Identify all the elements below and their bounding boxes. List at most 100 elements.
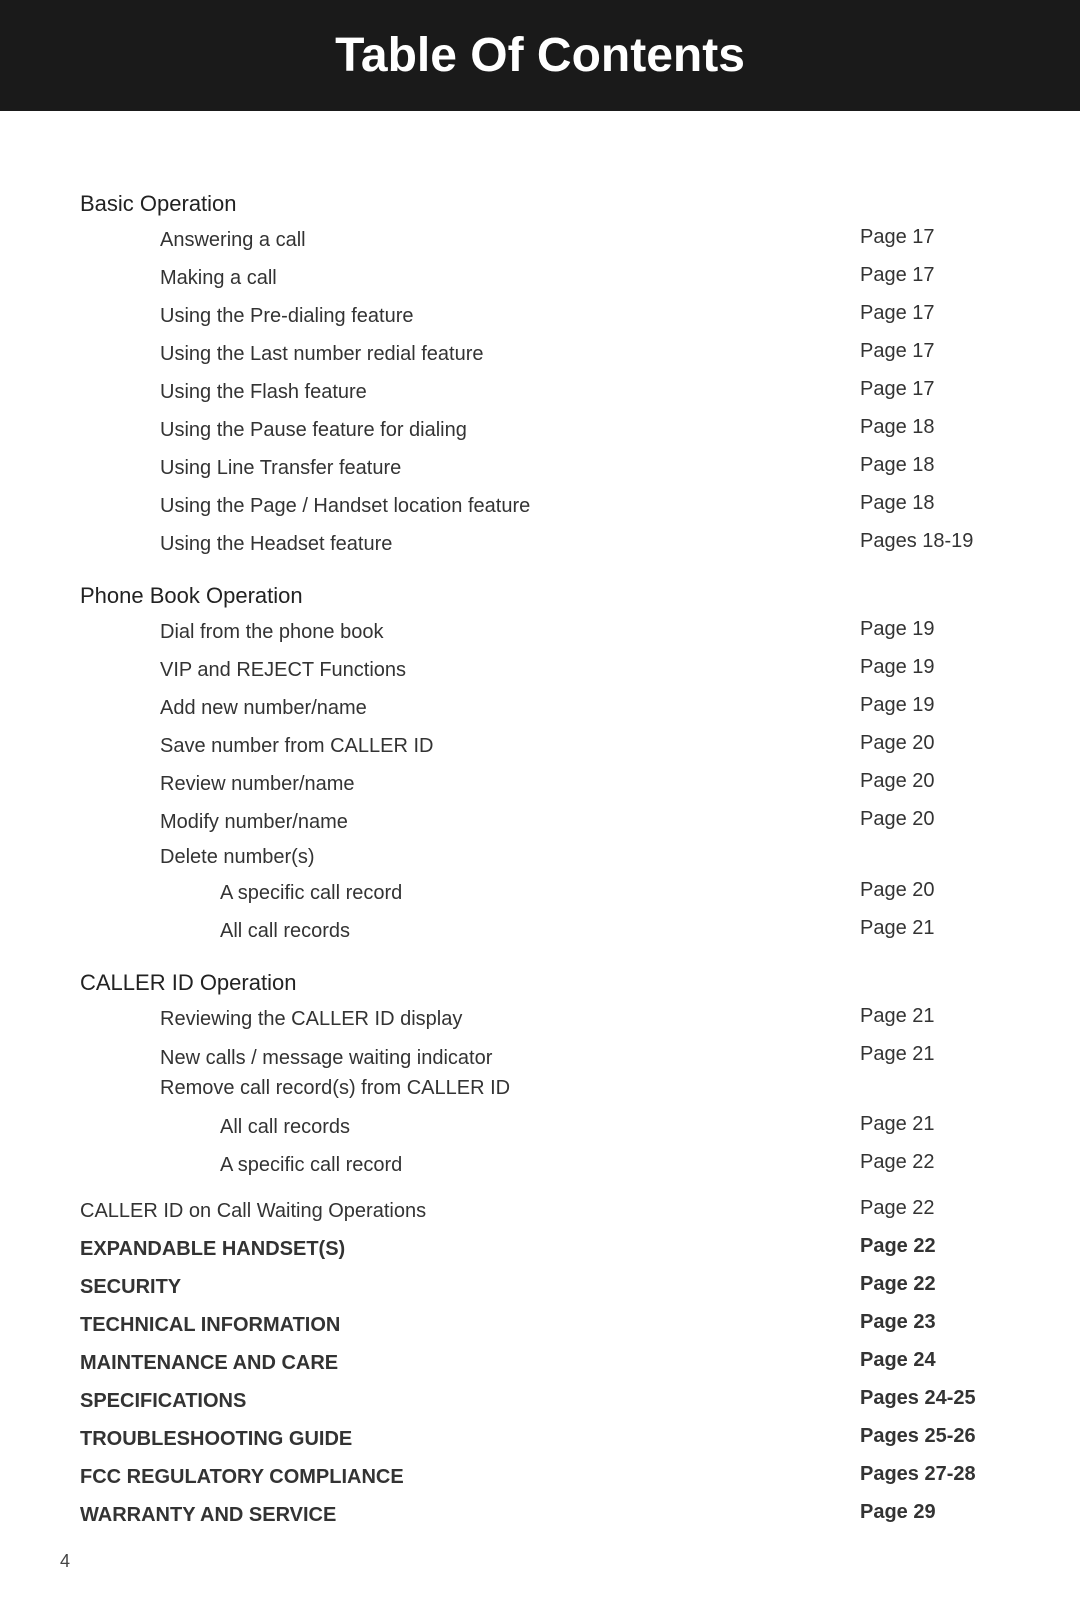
section-header-basic-operation: Basic Operation (80, 191, 1000, 217)
page-ref: Page 29 (840, 1501, 1000, 1524)
entry-text: SPECIFICATIONS (80, 1387, 840, 1415)
page-ref: Page 20 (840, 770, 1000, 793)
toc-content: Basic Operation Answering a call Page 17… (0, 151, 1080, 1602)
entry-text: EXPANDABLE HANDSET(S) (80, 1235, 840, 1263)
list-item: New calls / message waiting indicatorRem… (80, 1038, 1000, 1108)
entry-text: Save number from CALLER ID (80, 732, 840, 760)
list-item: Using the Pause feature for dialing Page… (80, 411, 1000, 449)
list-item: Answering a call Page 17 (80, 221, 1000, 259)
page-ref: Page 21 (840, 1113, 1000, 1136)
entry-text: A specific call record (80, 1151, 840, 1179)
entry-text: TECHNICAL INFORMATION (80, 1311, 840, 1339)
page-ref: Page 17 (840, 226, 1000, 249)
entry-text: Reviewing the CALLER ID display (80, 1005, 840, 1033)
list-item: Review number/name Page 20 (80, 765, 1000, 803)
list-item: Modify number/name Page 20 (80, 803, 1000, 841)
page-number: 4 (60, 1551, 70, 1572)
entry-text: Making a call (80, 264, 840, 292)
list-item: WARRANTY AND SERVICE Page 29 (80, 1496, 1000, 1534)
list-item: Using the Headset feature Pages 18-19 (80, 525, 1000, 563)
entry-text: A specific call record (80, 879, 840, 907)
list-item: A specific call record Page 20 (80, 874, 1000, 912)
page: Table Of Contents Basic Operation Answer… (0, 0, 1080, 1602)
entry-text: Using the Pre-dialing feature (80, 302, 840, 330)
list-item: Save number from CALLER ID Page 20 (80, 727, 1000, 765)
list-item: SECURITY Page 22 (80, 1268, 1000, 1306)
entry-text: Answering a call (80, 226, 840, 254)
list-item: Using the Pre-dialing feature Page 17 (80, 297, 1000, 335)
page-ref: Page 19 (840, 656, 1000, 679)
page-ref: Page 20 (840, 808, 1000, 831)
page-ref: Page 22 (840, 1235, 1000, 1258)
page-ref: Page 18 (840, 492, 1000, 515)
page-ref: Page 17 (840, 378, 1000, 401)
page-ref: Page 17 (840, 340, 1000, 363)
section-header-caller-id: CALLER ID Operation (80, 970, 1000, 996)
page-ref: Pages 24-25 (840, 1387, 1000, 1410)
page-ref: Page 17 (840, 264, 1000, 287)
page-ref: Page 22 (840, 1273, 1000, 1296)
list-item: Using the Flash feature Page 17 (80, 373, 1000, 411)
section-phone-book-operation: Phone Book Operation Dial from the phone… (80, 583, 1000, 950)
page-ref: Pages 18-19 (840, 530, 1000, 553)
list-item: SPECIFICATIONS Pages 24-25 (80, 1382, 1000, 1420)
page-ref: Page 18 (840, 416, 1000, 439)
entry-text: WARRANTY AND SERVICE (80, 1501, 840, 1529)
page-ref: Page 19 (840, 618, 1000, 641)
section-basic-operation: Basic Operation Answering a call Page 17… (80, 191, 1000, 563)
list-item: MAINTENANCE AND CARE Page 24 (80, 1344, 1000, 1382)
entry-text: Using the Flash feature (80, 378, 840, 406)
page-ref: Page 21 (840, 1005, 1000, 1028)
entry-text: All call records (80, 1113, 840, 1141)
section-header-phone-book: Phone Book Operation (80, 583, 1000, 609)
entry-text: CALLER ID on Call Waiting Operations (80, 1197, 840, 1225)
page-ref: Pages 25-26 (840, 1425, 1000, 1448)
list-item: TROUBLESHOOTING GUIDE Pages 25-26 (80, 1420, 1000, 1458)
list-item: Dial from the phone book Page 19 (80, 613, 1000, 651)
list-item: All call records Page 21 (80, 1108, 1000, 1146)
page-ref: Page 23 (840, 1311, 1000, 1334)
list-item: FCC REGULATORY COMPLIANCE Pages 27-28 (80, 1458, 1000, 1496)
entry-text: Using the Pause feature for dialing (80, 416, 840, 444)
page-header: Table Of Contents (0, 0, 1080, 111)
entry-text: VIP and REJECT Functions (80, 656, 840, 684)
section-caller-id-operation: CALLER ID Operation Reviewing the CALLER… (80, 970, 1000, 1184)
entry-text: SECURITY (80, 1273, 840, 1301)
entry-text: All call records (80, 917, 840, 945)
section-bottom-entries: CALLER ID on Call Waiting Operations Pag… (80, 1192, 1000, 1534)
list-item: Add new number/name Page 19 (80, 689, 1000, 727)
page-ref: Page 21 (840, 1043, 1000, 1066)
entry-text: New calls / message waiting indicatorRem… (80, 1043, 840, 1103)
entry-text: Using the Page / Handset location featur… (80, 492, 840, 520)
delete-numbers-label: Delete number(s) (80, 841, 1000, 874)
page-ref: Page 20 (840, 732, 1000, 755)
page-ref: Page 21 (840, 917, 1000, 940)
list-item: Using Line Transfer feature Page 18 (80, 449, 1000, 487)
list-item: Reviewing the CALLER ID display Page 21 (80, 1000, 1000, 1038)
entry-text: TROUBLESHOOTING GUIDE (80, 1425, 840, 1453)
page-ref: Page 24 (840, 1349, 1000, 1372)
entry-text: Add new number/name (80, 694, 840, 722)
list-item: Using the Last number redial feature Pag… (80, 335, 1000, 373)
list-item: EXPANDABLE HANDSET(S) Page 22 (80, 1230, 1000, 1268)
list-item: VIP and REJECT Functions Page 19 (80, 651, 1000, 689)
page-ref: Page 17 (840, 302, 1000, 325)
page-ref: Page 18 (840, 454, 1000, 477)
page-ref: Pages 27-28 (840, 1463, 1000, 1486)
entry-text: Using the Last number redial feature (80, 340, 840, 368)
list-item: Using the Page / Handset location featur… (80, 487, 1000, 525)
page-ref: Page 20 (840, 879, 1000, 902)
page-title: Table Of Contents (40, 28, 1040, 83)
list-item: TECHNICAL INFORMATION Page 23 (80, 1306, 1000, 1344)
entry-text: Using Line Transfer feature (80, 454, 840, 482)
entry-text: MAINTENANCE AND CARE (80, 1349, 840, 1377)
list-item: CALLER ID on Call Waiting Operations Pag… (80, 1192, 1000, 1230)
entry-text: Using the Headset feature (80, 530, 840, 558)
list-item: Making a call Page 17 (80, 259, 1000, 297)
page-ref: Page 22 (840, 1151, 1000, 1174)
entry-text: FCC REGULATORY COMPLIANCE (80, 1463, 840, 1491)
entry-text: Review number/name (80, 770, 840, 798)
list-item: A specific call record Page 22 (80, 1146, 1000, 1184)
entry-text: Modify number/name (80, 808, 840, 836)
entry-text: Dial from the phone book (80, 618, 840, 646)
